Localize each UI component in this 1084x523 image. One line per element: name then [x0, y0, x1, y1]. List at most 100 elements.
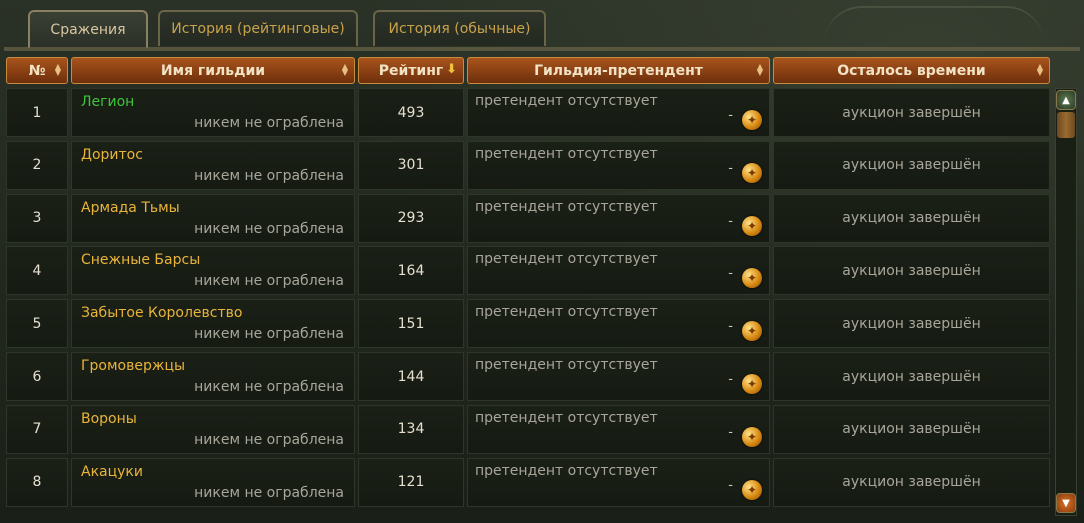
challenger-cell: претендент отсутствует - ✦ [467, 457, 770, 507]
gold-coin-icon[interactable]: ✦ [742, 426, 762, 447]
challenger-text: претендент отсутствует [475, 409, 658, 426]
challenger-cell: претендент отсутствует - ✦ [467, 140, 770, 190]
guild-cell[interactable]: Армада Тьмы никем не ограблена [71, 193, 355, 243]
gold-coin-icon[interactable]: ✦ [742, 162, 762, 183]
guild-name[interactable]: Армада Тьмы [81, 200, 180, 216]
guild-name[interactable]: Доритос [81, 147, 143, 163]
bid-value: - [728, 372, 733, 387]
rating-value: 293 [358, 193, 464, 243]
time-left-value: аукцион завершён [773, 193, 1050, 243]
rating-value: 301 [358, 140, 464, 190]
challenger-text: претендент отсутствует [475, 251, 658, 268]
rating-value: 493 [358, 88, 464, 137]
column-header-time-left[interactable]: Осталось времени ▲ ▼ [773, 57, 1050, 84]
guild-status: никем не ограблена [194, 273, 344, 290]
guild-status: никем не ограблена [194, 220, 344, 237]
column-header-challenger[interactable]: Гильдия-претендент ▲ ▼ [467, 57, 770, 84]
sort-icon: ▲ ▼ [341, 62, 349, 77]
guild-name[interactable]: Забытое Королевство [81, 305, 242, 321]
scrollbar-thumb[interactable] [1057, 112, 1075, 138]
guild-name[interactable]: Снежные Барсы [81, 252, 200, 268]
time-left-value: аукцион завершён [773, 246, 1050, 296]
challenger-cell: претендент отсутствует - ✦ [467, 299, 770, 349]
guild-status: никем не ограблена [194, 115, 344, 131]
tab-underline [4, 47, 1080, 51]
guild-status: никем не ограблена [194, 431, 344, 448]
time-left-value: аукцион завершён [773, 352, 1050, 401]
column-header-rating[interactable]: Рейтинг ⬇ [358, 57, 464, 84]
bid-value: - [728, 266, 733, 282]
scroll-up-button[interactable]: ▲ [1056, 90, 1076, 110]
column-header-challenger-label: Гильдия-претендент [534, 62, 703, 79]
sort-icon: ▲ ▼ [1036, 62, 1044, 77]
challenger-text: претендент отсутствует [475, 198, 658, 215]
table-row[interactable]: 5 Забытое Королевство никем не ограблена 15… [5, 297, 1051, 349]
challenger-cell: претендент отсутствует - ✦ [467, 88, 770, 137]
time-left-value: аукцион завершён [773, 299, 1050, 349]
table-row[interactable]: 2 Доритос никем не ограблена 301 претендент … [5, 139, 1051, 190]
guild-cell[interactable]: Доритос никем не ограблена [71, 140, 355, 190]
guild-name[interactable]: Легион [81, 94, 134, 110]
table-row[interactable]: 8 Акацуки никем не ограблена 121 претендент … [5, 456, 1051, 507]
guild-cell[interactable]: Легион никем не ограблена [71, 88, 355, 137]
tab-history-normal[interactable]: История (обычные) [373, 10, 546, 46]
guild-cell[interactable]: Снежные Барсы никем не ограблена [71, 246, 355, 296]
rating-value: 151 [358, 299, 464, 349]
gold-coin-icon[interactable]: ✦ [742, 479, 762, 500]
challenger-text: претендент отсутствует [475, 145, 658, 162]
bid-value: - [728, 477, 733, 493]
tab-battles[interactable]: Сражения [28, 10, 148, 48]
bid-value: - [728, 213, 733, 229]
scroll-down-button[interactable]: ▼ [1056, 493, 1076, 513]
sort-descending-icon: ⬇ [446, 62, 457, 77]
gold-coin-icon[interactable]: ✦ [742, 374, 762, 394]
decorative-ornament [824, 6, 1044, 44]
row-number: 5 [6, 299, 68, 349]
challenger-text: претендент отсутствует [475, 462, 658, 479]
challenger-cell: претендент отсутствует - ✦ [467, 352, 770, 401]
challenger-cell: претендент отсутствует - ✦ [467, 193, 770, 243]
table-row[interactable]: 7 Вороны никем не ограблена 134 претендент о… [5, 403, 1051, 454]
challenger-text: претендент отсутствует [475, 93, 658, 109]
guild-status: никем не ограблена [194, 379, 344, 395]
tab-history-rated[interactable]: История (рейтинговые) [158, 10, 358, 46]
table-row[interactable]: 1 Легион никем не ограблена 493 претендент о… [5, 86, 1051, 137]
guild-name[interactable]: Вороны [81, 411, 137, 427]
guild-status: никем не ограблена [194, 167, 344, 184]
row-number: 2 [6, 140, 68, 190]
rating-value: 164 [358, 246, 464, 296]
challenger-cell: претендент отсутствует - ✦ [467, 404, 770, 454]
gold-coin-icon[interactable]: ✦ [742, 268, 762, 289]
bid-value: - [728, 160, 733, 176]
guild-status: никем не ограблена [194, 484, 344, 501]
challenger-text: претендент отсутствует [475, 357, 658, 373]
scrollbar-track[interactable] [1055, 88, 1077, 516]
column-header-time-left-label: Осталось времени [837, 62, 986, 79]
table-row[interactable]: 6 Громовержцы никем не ограблена 144 претенд… [5, 350, 1051, 401]
gold-coin-icon[interactable]: ✦ [742, 215, 762, 236]
row-number: 4 [6, 246, 68, 296]
rating-value: 144 [358, 352, 464, 401]
row-number: 6 [6, 352, 68, 401]
column-header-number[interactable]: № ▲ ▼ [6, 57, 68, 84]
column-header-number-label: № [28, 62, 46, 79]
guild-cell[interactable]: Акацуки никем не ограблена [71, 457, 355, 507]
time-left-value: аукцион завершён [773, 457, 1050, 507]
row-number: 8 [6, 457, 68, 507]
guild-cell[interactable]: Громовержцы никем не ограблена [71, 352, 355, 401]
guild-name[interactable]: Громовержцы [81, 358, 185, 374]
column-header-guild[interactable]: Имя гильдии ▲ ▼ [71, 57, 355, 84]
sort-icon: ▲ ▼ [54, 62, 62, 77]
guild-cell[interactable]: Вороны никем не ограблена [71, 404, 355, 454]
table-row[interactable]: 3 Армада Тьмы никем не ограблена 293 претенд… [5, 192, 1051, 243]
time-left-value: аукцион завершён [773, 88, 1050, 137]
table-row[interactable]: 4 Снежные Барсы никем не ограблена 164 прете… [5, 244, 1051, 296]
guild-name[interactable]: Акацуки [81, 464, 143, 480]
gold-coin-icon[interactable]: ✦ [742, 321, 762, 342]
gold-coin-icon[interactable]: ✦ [742, 110, 762, 130]
time-left-value: аукцион завершён [773, 140, 1050, 190]
challenger-text: претендент отсутствует [475, 304, 658, 321]
column-header-guild-label: Имя гильдии [160, 62, 266, 79]
guild-cell[interactable]: Забытое Королевство никем не ограблена [71, 299, 355, 349]
bid-value: - [728, 319, 733, 335]
